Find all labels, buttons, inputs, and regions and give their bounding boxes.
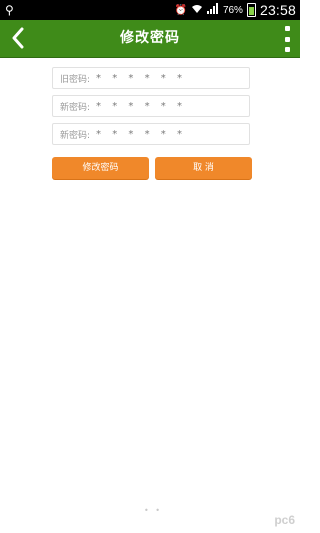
menu-dot-icon: [284, 47, 290, 52]
old-password-label: 旧密码:: [60, 74, 91, 85]
clock: 23:58: [259, 2, 296, 18]
confirm-password-label: 新密码:: [60, 130, 91, 141]
status-bar: ⚲ ⏰ 76% 23:58: [0, 0, 300, 20]
page-title: 修改密码: [120, 30, 180, 46]
page-indicator: • •: [144, 506, 162, 515]
confirm-password-value: * * * * * *: [96, 128, 186, 140]
new-password-label: 新密码:: [60, 102, 91, 113]
watermark-text: pc6: [274, 513, 295, 527]
battery-percent: 76%: [222, 4, 243, 16]
wifi-icon: [191, 4, 203, 17]
more-menu-button[interactable]: [282, 26, 292, 52]
cancel-button[interactable]: 取 消: [155, 157, 252, 179]
battery-icon: [246, 3, 256, 17]
new-password-value: * * * * * *: [96, 100, 186, 112]
menu-dot-icon: [284, 26, 290, 31]
app-bar: 修改密码: [0, 20, 300, 58]
status-icons: ⏰ 76% 23:58: [174, 0, 296, 20]
new-password-field[interactable]: 新密码: * * * * * *: [52, 95, 250, 117]
watermark-logo: pc6: [274, 513, 295, 527]
signal-icon: [206, 3, 219, 17]
menu-dot-icon: [284, 36, 290, 42]
usb-icon: ⚲: [5, 3, 14, 17]
confirm-password-field[interactable]: 新密码: * * * * * *: [52, 123, 250, 145]
alarm-icon: ⏰: [174, 4, 187, 16]
submit-button[interactable]: 修改密码: [52, 157, 149, 179]
old-password-field[interactable]: 旧密码: * * * * * *: [52, 67, 250, 89]
old-password-value: * * * * * *: [96, 72, 186, 84]
